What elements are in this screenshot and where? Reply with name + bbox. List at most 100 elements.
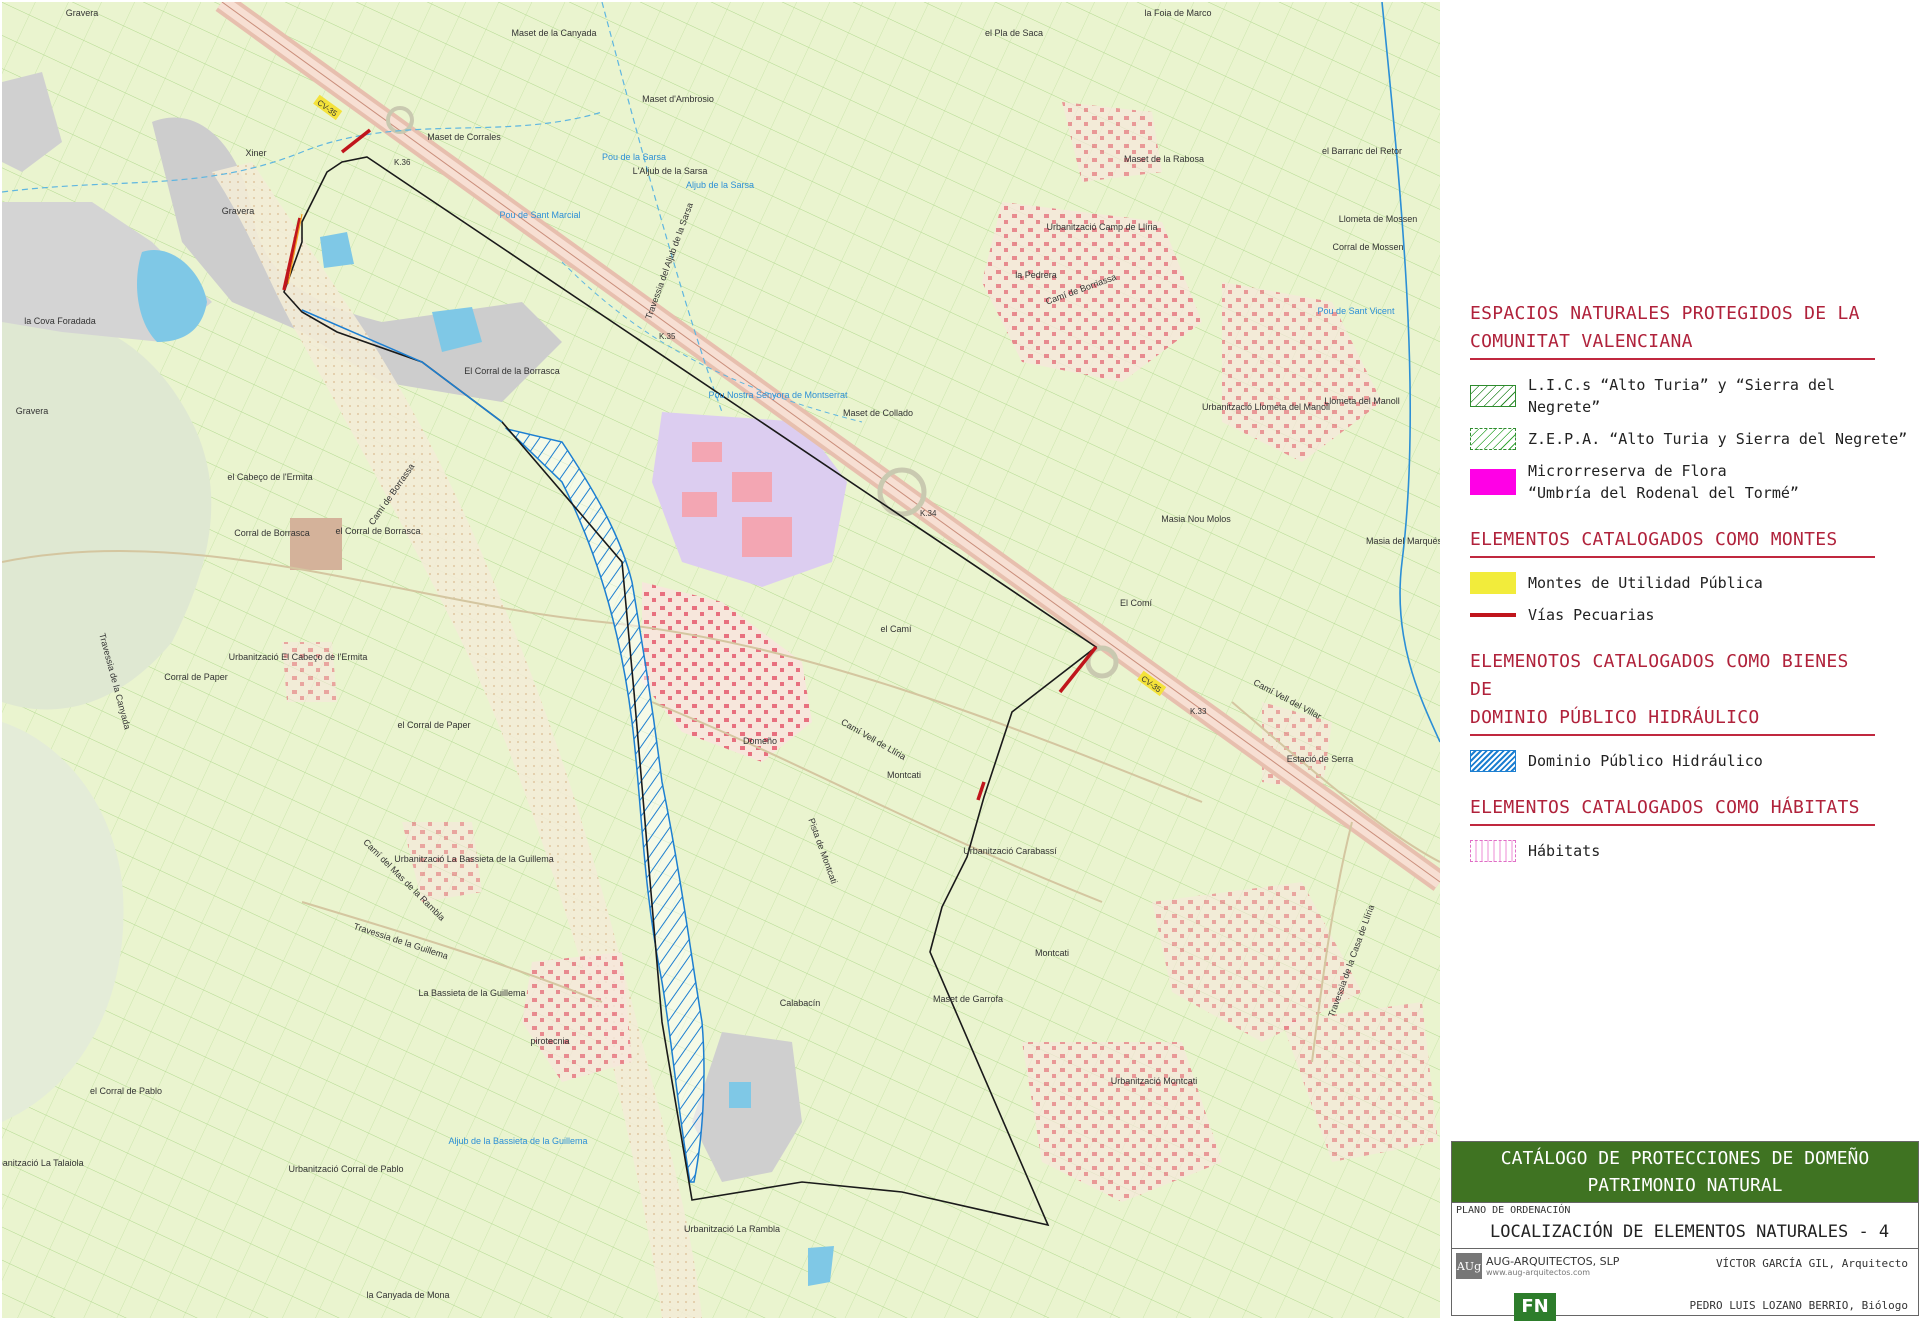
place-label: el Cabeço de l'Ermita [227,472,312,482]
catalog-title: CATÁLOGO DE PROTECCIONES DE DOMEÑO [1500,1148,1870,1169]
legend-heading-line: ESPACIOS NATURALES PROTEGIDOS DE LA [1470,303,1860,324]
legend-item-label: Dominio Público Hidráulico [1528,750,1763,772]
place-label: Urbanització El Cabeço de l'Ermita [229,652,368,662]
title-header: CATÁLOGO DE PROTECCIONES DE DOMEÑO PATRI… [1452,1142,1918,1202]
magenta-swatch-icon [1470,469,1516,495]
fn-logo-icon: FN [1514,1293,1556,1321]
hatch-blue-swatch-icon [1470,750,1516,772]
industrial-building [682,492,717,517]
place-label: Gravera [66,8,99,18]
legend-item: Z.E.P.A. “Alto Turia y Sierra del Negret… [1470,428,1910,450]
place-label: Estació de Serra [1287,754,1354,764]
legend-heading-line: COMUNITAT VALENCIANA [1470,331,1693,352]
place-label: Masia del Marqués [1366,536,1440,546]
legend-heading: ELEMENTOS CATALOGADOS COMO HÁBITATS [1470,794,1875,826]
plan-caption: PLANO DE ORDENACIÓN [1456,1205,1571,1216]
place-label: Urbanització Camp de Llíria [1046,222,1157,232]
place-label: Aljub de la Sarsa [686,180,754,190]
place-label: Urbanització La Rambla [684,1224,780,1234]
urban-area [282,642,337,702]
place-label: pirotecnia [530,1036,569,1046]
legend-item-label-line: Microrreserva de Flora [1528,462,1727,480]
legend-item: Dominio Público Hidráulico [1470,750,1910,772]
plan-row: PLANO DE ORDENACIÓN LOCALIZACIÓN DE ELEM… [1452,1202,1918,1248]
yellow-swatch-icon [1470,572,1516,594]
author-biologist: PEDRO LUIS LOZANO BERRIO, Biólogo [1689,1299,1908,1312]
place-label: Llometa de Mossen [1339,214,1418,224]
water-body [729,1082,751,1108]
place-label: Pou de Sant Marcial [499,210,580,220]
legend-heading: ELEMENOTOS CATALOGADOS COMO BIENES DE DOM… [1470,648,1875,736]
aug-logo-icon: AUg [1456,1253,1482,1279]
legend-heading: ELEMENTOS CATALOGADOS COMO MONTES [1470,526,1875,558]
place-label: el Corral de Paper [397,720,470,730]
place-label: Corral de Mossen [1332,242,1403,252]
industrial-building [732,472,772,502]
legend-section: ESPACIOS NATURALES PROTEGIDOS DE LA COMUN… [1470,300,1910,504]
place-label: Urbanització Corral de Pablo [288,1164,403,1174]
legend-heading-line: DOMINIO PÚBLICO HIDRÁULICO [1470,707,1760,728]
authors-row: AUg AUG-ARQUITECTOS, SLP www.aug-arquite… [1452,1248,1918,1321]
industrial-building [742,517,792,557]
map-legend: ESPACIOS NATURALES PROTEGIDOS DE LA COMUN… [1470,300,1910,884]
place-label: Gravera [222,206,255,216]
legend-item-label-line: “Umbría del Rodenal del Tormé” [1528,484,1799,502]
place-label: Maset de Collado [843,408,913,418]
legend-item-label-line: Vías Pecuarias [1528,606,1655,624]
place-label: Montcati [1035,948,1069,958]
industrial-building [692,442,722,462]
legend-item-label: Microrreserva de Flora “Umbría del Rodena… [1528,460,1799,504]
place-label: Montcati [887,770,921,780]
legend-section: ELEMENTOS CATALOGADOS COMO MONTES Montes … [1470,526,1910,626]
place-label: la Pedrera [1015,270,1057,280]
km-marker: K.35 [659,332,676,341]
place-label: Domeño [743,736,777,746]
legend-item: L.I.C.s “Alto Turia” y “Sierra del Negre… [1470,374,1910,418]
legend-item: Hábitats [1470,840,1910,862]
place-label: la Cova Foradada [24,316,96,326]
legend-section: ELEMENOTOS CATALOGADOS COMO BIENES DE DOM… [1470,648,1910,772]
place-label: Urbanització Carabassí [963,846,1057,856]
place-label: Urbanització La Bassieta de la Guillema [394,854,554,864]
place-label: la Foia de Marco [1144,8,1211,18]
place-label: El Corral de la Borrasca [464,366,560,376]
place-label: Urbanització Montcati [1111,1076,1198,1086]
legend-item-label-line: Z.E.P.A. “Alto Turia y Sierra del Negret… [1528,430,1908,448]
red-line-swatch-icon [1470,613,1516,617]
place-label: el Barranc del Retor [1322,146,1402,156]
place-label: Xiner [245,148,266,158]
catalog-subtitle: PATRIMONIO NATURAL [1587,1175,1783,1196]
place-label: Pou de Sant Vicent [1318,306,1395,316]
place-label: Pou Nostra Senyora de Montserrat [708,390,848,400]
map-area[interactable]: CV-35 CV-35 K.34 K.35 K.33 K.36 Gravera M… [2,2,1440,1320]
legend-item-label: Montes de Utilidad Pública [1528,572,1763,594]
place-label: Gravera [16,406,49,416]
place-label: Maset d'Ambrosio [642,94,714,104]
legend-item-label-line: L.I.C.s “Alto Turia” y “Sierra del Negre… [1528,376,1836,416]
place-label: El Comí [1120,598,1153,608]
place-label: el Corral de Borrasca [335,526,420,536]
place-label: Urbanització La Talaiola [2,1158,84,1168]
water-body [808,1246,834,1286]
place-label: el Camí [880,624,912,634]
place-label: Pou de la Sarsa [602,152,666,162]
legend-heading: ESPACIOS NATURALES PROTEGIDOS DE LA COMUN… [1470,300,1875,360]
place-label: Corral de Paper [164,672,228,682]
legend-item: Vías Pecuarias [1470,604,1910,626]
author-architect: VÍCTOR GARCÍA GIL, Arquitecto [1715,1257,1908,1270]
place-label: Maset de Corrales [427,132,501,142]
legend-heading-line: ELEMENTOS CATALOGADOS COMO HÁBITATS [1470,797,1860,818]
place-label: el Pla de Saca [985,28,1043,38]
title-block: CATÁLOGO DE PROTECCIONES DE DOMEÑO PATRI… [1451,1141,1919,1321]
legend-item-label: Z.E.P.A. “Alto Turia y Sierra del Negret… [1528,428,1907,450]
legend-item: Montes de Utilidad Pública [1470,572,1910,594]
place-label: la Canyada de Mona [366,1290,449,1300]
legend-item: Microrreserva de Flora “Umbría del Rodena… [1470,460,1910,504]
place-label: Urbanització Llometa del Manoll [1202,402,1330,412]
place-label: L'Aljub de la Sarsa [633,166,708,176]
place-label: Calabacín [780,998,821,1008]
place-label: el Corral de Pablo [90,1086,162,1096]
place-label: Masia Nou Molos [1161,514,1231,524]
legend-item-label-line: Dominio Público Hidráulico [1528,752,1763,770]
plan-name: LOCALIZACIÓN DE ELEMENTOS NATURALES - 4 [1490,1222,1890,1242]
